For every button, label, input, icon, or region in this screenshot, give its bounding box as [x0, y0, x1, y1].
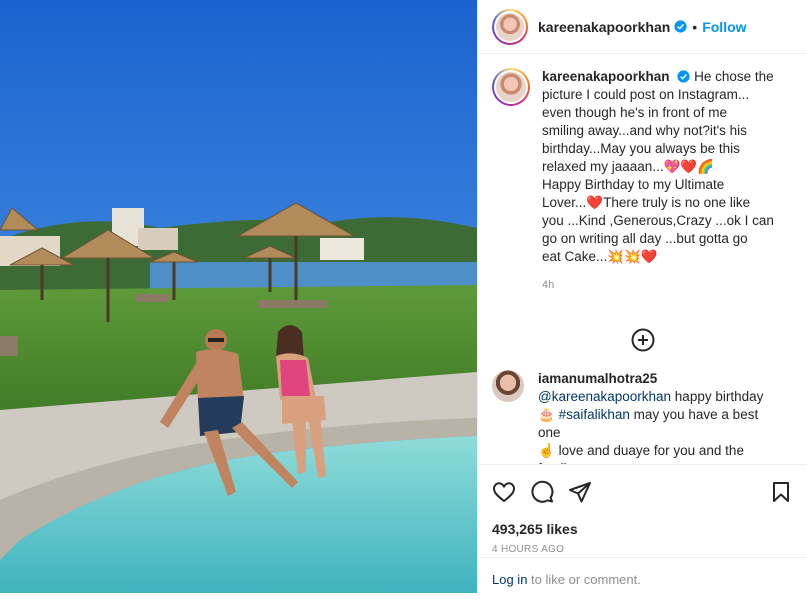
caption-avatar[interactable] [492, 68, 530, 106]
plus-circle-icon[interactable] [631, 328, 655, 352]
follow-button[interactable]: Follow [702, 19, 746, 35]
hashtag-link[interactable]: #saifalikhan [559, 407, 630, 422]
caption-line: He chose the [694, 69, 774, 84]
comment-row: iamanumalhotra25 @kareenakapoorkhan happ… [478, 370, 807, 464]
comment-body: love and duaye for you and the family [538, 443, 744, 464]
mention-link[interactable]: @kareenakapoorkhan [538, 389, 671, 404]
verified-badge-icon [674, 20, 687, 33]
caption-row: kareenakapoorkhan He chose the picture I… [478, 54, 807, 294]
caption-line: you ...Kind ,Generous,Crazy ...ok I can [542, 213, 774, 228]
author-avatar[interactable] [492, 8, 528, 45]
commenter-avatar[interactable] [492, 370, 524, 402]
heart-icon[interactable] [492, 480, 516, 504]
comment-text: iamanumalhotra25 @kareenakapoorkhan happ… [538, 370, 778, 464]
login-prompt: Log in to like or comment. [478, 557, 807, 601]
comments-section[interactable]: kareenakapoorkhan He chose the picture I… [478, 54, 807, 464]
post-header: kareenakapoorkhan • Follow [478, 0, 807, 54]
caption-line: Happy Birthday to my Ultimate [542, 177, 725, 192]
comment-body: happy birthday [671, 389, 764, 404]
caption-line: relaxed my jaaaan...💖❤️🌈 [542, 159, 714, 174]
comment-icon[interactable] [530, 480, 554, 504]
load-more-comments[interactable] [478, 328, 807, 352]
caption-line: go on writing all day ...but gotta go [542, 231, 748, 246]
caption-username[interactable]: kareenakapoorkhan [542, 69, 670, 84]
commenter-username[interactable]: iamanumalhotra25 [538, 371, 657, 386]
caption-line: picture I could post on Instagram... [542, 87, 750, 102]
caption-line: smiling away...and why not?it's his [542, 123, 747, 138]
post-side-panel: kareenakapoorkhan • Follow kareenakapoor… [477, 0, 807, 593]
caption-line: birthday...May you always be this [542, 141, 740, 156]
cake-emoji: 🎂 [538, 407, 555, 422]
like-count[interactable]: 493,265 likes [492, 521, 793, 537]
share-icon[interactable] [568, 480, 592, 504]
author-username[interactable]: kareenakapoorkhan [538, 19, 670, 35]
verified-badge-icon [677, 70, 690, 83]
bookmark-icon[interactable] [769, 480, 793, 504]
post-actions: 493,265 likes 4 HOURS AGO Log in to like… [478, 464, 807, 593]
post-timestamp[interactable]: 4 HOURS AGO [492, 544, 793, 555]
post-image [0, 0, 477, 593]
caption-line: eat Cake...💥💥❤️ [542, 249, 658, 264]
action-icons [492, 477, 793, 507]
login-text: to like or comment. [527, 572, 641, 587]
finger-emoji: ☝️ [538, 443, 555, 458]
caption-line: Lover...❤️There truly is no one like [542, 195, 751, 210]
caption-line: even though he's in front of me [542, 105, 727, 120]
separator: • [692, 18, 698, 35]
caption-text: kareenakapoorkhan He chose the picture I… [542, 68, 782, 294]
instagram-post: kareenakapoorkhan • Follow kareenakapoor… [0, 0, 807, 593]
login-link[interactable]: Log in [492, 572, 527, 587]
post-photo[interactable] [0, 0, 477, 593]
caption-age[interactable]: 4h [542, 276, 782, 294]
